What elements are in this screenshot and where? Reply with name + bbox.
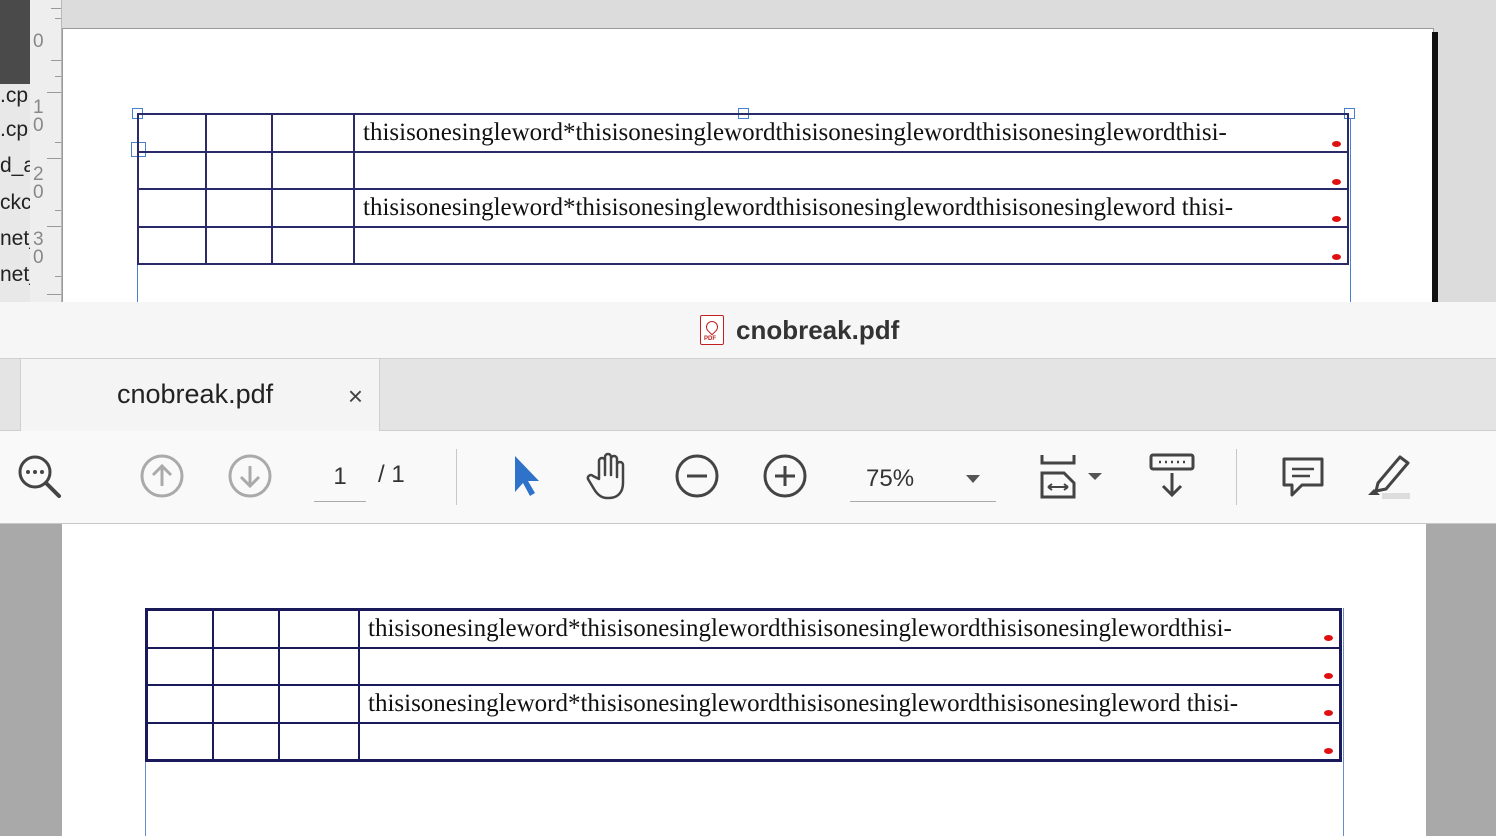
table-cell[interactable] — [354, 227, 1348, 264]
table-cell[interactable] — [206, 114, 272, 152]
file-list-item[interactable]: d_a — [0, 154, 30, 178]
table-cell[interactable]: thisisonesingleword*thisisonesinglewordt… — [354, 114, 1348, 152]
table-row — [147, 648, 1340, 685]
zoom-in-icon[interactable] — [760, 451, 810, 501]
cell-text: thisisonesingleword*thisisonesinglewordt… — [368, 615, 1232, 642]
table-cell: thisisonesingleword*thisisonesinglewordt… — [359, 685, 1340, 723]
chevron-down-icon[interactable] — [966, 475, 980, 483]
file-list: .cp .cp d_a ckc net_ net_ — [0, 0, 30, 302]
comment-icon[interactable] — [1278, 451, 1328, 501]
vertical-ruler: 0 1 0 2 0 3 0 — [30, 0, 62, 302]
pdf-viewer-window: PDF cnobreak.pdf cnobreak.pdf × 1 / 1 75… — [0, 302, 1496, 836]
table-row: thisisonesingleword*thisisonesinglewordt… — [147, 610, 1340, 648]
window-title-group: PDF cnobreak.pdf — [700, 314, 899, 346]
table-row: thisisonesingleword*thisisonesinglewordt… — [147, 685, 1340, 723]
table-cell — [147, 685, 213, 723]
select-arrow-icon[interactable] — [498, 451, 548, 501]
overflow-marker — [1324, 748, 1333, 754]
table-row — [147, 723, 1340, 760]
table-cell[interactable] — [272, 152, 354, 189]
table-cell[interactable] — [206, 152, 272, 189]
table-cell — [213, 723, 279, 760]
table-cell — [213, 648, 279, 685]
table-cell[interactable] — [138, 114, 206, 152]
overflow-marker — [1324, 710, 1333, 716]
zoom-value: 75% — [866, 465, 915, 492]
table-cell — [147, 648, 213, 685]
window-titlebar[interactable]: PDF cnobreak.pdf — [0, 302, 1496, 359]
next-page-icon[interactable] — [225, 451, 275, 501]
table-cell — [147, 610, 213, 648]
table-cell — [279, 685, 359, 723]
zoom-out-icon[interactable] — [672, 451, 722, 501]
file-list-header — [0, 0, 30, 84]
table-cell[interactable] — [206, 227, 272, 264]
table-cell — [213, 685, 279, 723]
page-total: / 1 — [378, 461, 405, 488]
table-cell[interactable] — [138, 152, 206, 189]
overflow-marker — [1324, 635, 1333, 641]
table-cell — [279, 648, 359, 685]
table-cell — [359, 723, 1340, 760]
file-list-item[interactable]: net_ — [0, 227, 30, 251]
page-shadow — [1432, 32, 1438, 302]
file-list-item[interactable]: .cp — [0, 84, 28, 108]
cell-text: thisisonesingleword*thisisonesinglewordt… — [363, 119, 1227, 146]
cell-text: thisisonesingleword*thisisonesinglewordt… — [363, 194, 1234, 221]
pdf-table: thisisonesingleword*thisisonesinglewordt… — [145, 608, 1342, 762]
overflow-marker — [1332, 216, 1341, 222]
ruler-number: 0 — [33, 247, 44, 268]
table-cell[interactable] — [138, 227, 206, 264]
table-cell[interactable] — [206, 189, 272, 227]
ruler-number: 0 — [33, 115, 44, 136]
window-title: cnobreak.pdf — [736, 314, 900, 345]
page-number-input[interactable]: 1 — [314, 457, 366, 502]
document-tab[interactable]: cnobreak.pdf × — [20, 359, 380, 431]
table-cell — [147, 723, 213, 760]
zoom-search-icon[interactable] — [14, 451, 64, 501]
table-cell[interactable] — [272, 189, 354, 227]
ruler-number: 0 — [33, 182, 44, 203]
table-cell — [279, 610, 359, 648]
file-list-item[interactable]: .cp — [0, 118, 28, 142]
fit-page-icon[interactable] — [1036, 451, 1106, 501]
editor-window: .cp .cp d_a ckc net_ net_ 0 1 0 2 0 3 0 — [0, 0, 1496, 302]
table-cell — [359, 648, 1340, 685]
pdf-file-icon: PDF — [700, 315, 724, 345]
tab-label: cnobreak.pdf — [117, 379, 274, 409]
highlight-icon[interactable] — [1364, 451, 1414, 501]
close-tab-icon[interactable]: × — [348, 381, 363, 412]
toolbar-divider — [1236, 449, 1237, 505]
editor-table[interactable]: thisisonesingleword*thisisonesinglewordt… — [137, 113, 1349, 265]
ruler-number: 0 — [33, 31, 44, 52]
overflow-marker — [1332, 179, 1341, 185]
previous-page-icon[interactable] — [137, 451, 187, 501]
overflow-marker — [1332, 141, 1341, 147]
document-view[interactable]: thisisonesingleword*thisisonesinglewordt… — [0, 524, 1496, 836]
table-cell[interactable] — [272, 114, 354, 152]
table-row — [138, 227, 1348, 264]
zoom-select[interactable]: 75% — [850, 457, 996, 502]
hand-icon[interactable] — [584, 451, 634, 501]
table-row: thisisonesingleword*thisisonesinglewordt… — [138, 189, 1348, 227]
file-list-item[interactable]: ckc — [0, 191, 30, 215]
table-row: thisisonesingleword*thisisonesinglewordt… — [138, 114, 1348, 152]
toolbar-divider — [456, 449, 457, 505]
table-cell[interactable] — [272, 227, 354, 264]
overflow-marker — [1324, 673, 1333, 679]
table-cell: thisisonesingleword*thisisonesinglewordt… — [359, 610, 1340, 648]
cell-text: thisisonesingleword*thisisonesinglewordt… — [368, 690, 1239, 717]
table-row — [138, 152, 1348, 189]
table-cell[interactable] — [354, 152, 1348, 189]
table-cell[interactable] — [138, 189, 206, 227]
overflow-marker — [1332, 254, 1341, 260]
tab-bar: cnobreak.pdf × — [0, 359, 1496, 431]
pdf-toolbar: 1 / 1 75% — [0, 431, 1496, 524]
file-list-item[interactable]: net_ — [0, 263, 30, 287]
table-cell — [279, 723, 359, 760]
table-cell — [213, 610, 279, 648]
scroll-mode-icon[interactable] — [1146, 451, 1198, 501]
table-cell[interactable]: thisisonesingleword*thisisonesinglewordt… — [354, 189, 1348, 227]
